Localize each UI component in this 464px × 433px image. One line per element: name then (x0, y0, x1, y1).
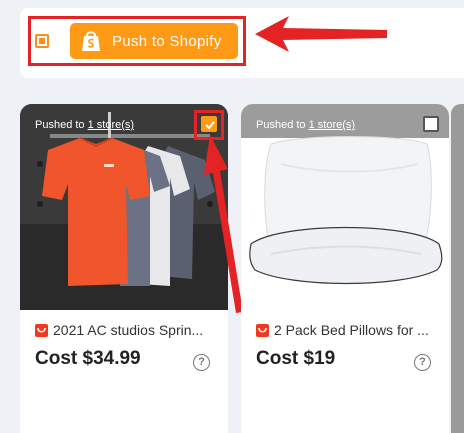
checkmark-icon (205, 121, 215, 130)
help-icon[interactable]: ? (193, 354, 210, 371)
pillows-image (241, 104, 449, 310)
product-cost: Cost $19 (256, 348, 336, 369)
tshirt-rack-image (20, 104, 228, 310)
push-to-shopify-button[interactable]: Push to Shopify (70, 23, 238, 59)
bulk-action-toolbar: Push to Shopify (20, 8, 464, 78)
product-cost: Cost $34.99 (35, 348, 141, 369)
product-image[interactable]: Pushed to 1 store(s) (241, 104, 449, 310)
push-to-shopify-label: Push to Shopify (112, 32, 222, 50)
product-image[interactable]: Pushed to 1 store(s) (20, 104, 228, 310)
product-select-checkbox[interactable] (201, 116, 217, 132)
pushed-status-text: Pushed to (35, 119, 88, 131)
select-all-checkbox[interactable] (35, 34, 49, 48)
pushed-status-text: Pushed to (256, 119, 309, 131)
help-icon[interactable]: ? (414, 354, 431, 371)
product-card[interactable]: Pushed to 1 store(s) 2021 AC studios Spr… (20, 104, 228, 433)
product-card[interactable]: Pushed to 1 store(s) 2 Pack Bed Pillows … (241, 104, 449, 433)
pushed-status: Pushed to 1 store(s) (35, 119, 134, 131)
pushed-stores-link[interactable]: 1 store(s) (309, 119, 355, 131)
product-select-checkbox[interactable] (423, 116, 439, 132)
pushed-status: Pushed to 1 store(s) (256, 119, 355, 131)
aliexpress-icon (256, 323, 269, 337)
product-title: 2 Pack Bed Pillows for ... (274, 322, 429, 338)
product-title: 2021 AC studios Sprin... (53, 322, 204, 338)
product-card-partial[interactable] (451, 104, 464, 433)
shopify-bag-icon (82, 31, 100, 51)
pushed-stores-link[interactable]: 1 store(s) (88, 119, 134, 131)
aliexpress-icon (35, 323, 48, 337)
product-title-row[interactable]: 2 Pack Bed Pillows for ... (256, 322, 441, 338)
product-title-row[interactable]: 2021 AC studios Sprin... (35, 322, 220, 338)
